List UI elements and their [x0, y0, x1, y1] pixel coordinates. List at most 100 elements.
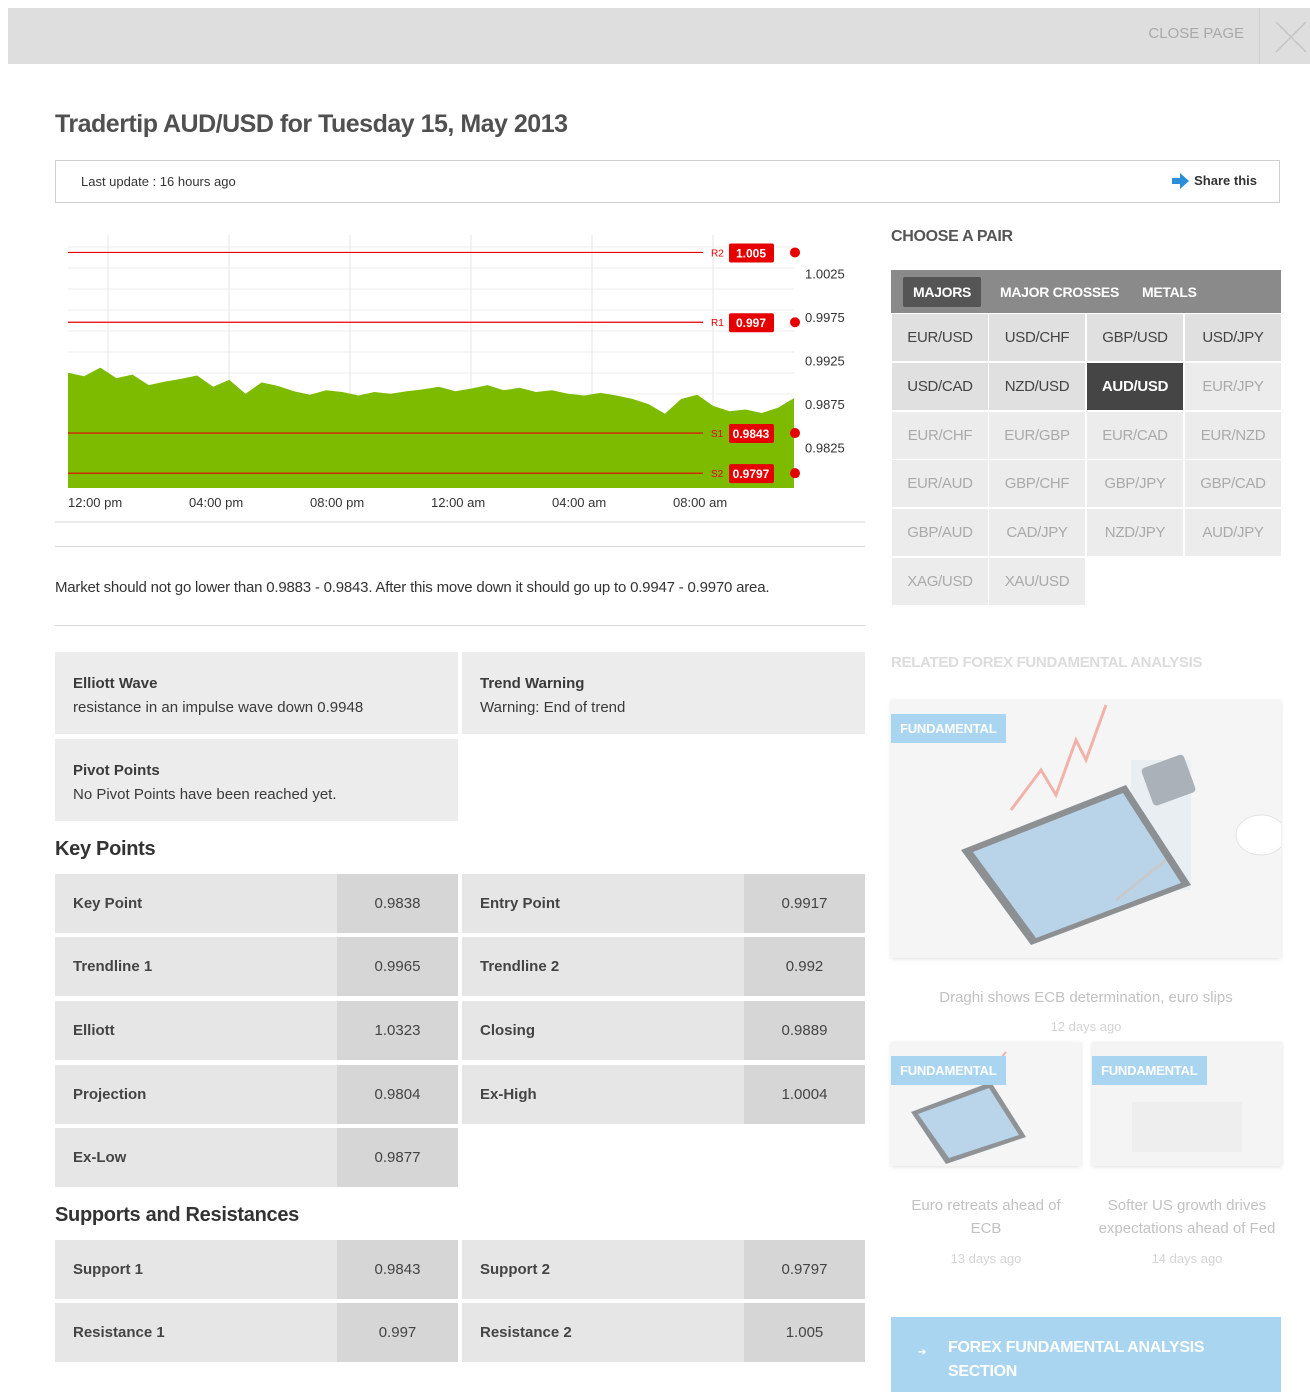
share-label: Share this [1194, 173, 1257, 188]
pair-usd-cad[interactable]: USD/CAD [892, 363, 988, 410]
related-article-time: 13 days ago [950, 1251, 1022, 1266]
related-analysis-title: RELATED FOREX FUNDAMENTAL ANALYSIS [891, 654, 1203, 671]
key-point-value: 0.9965 [337, 937, 458, 996]
price-area [68, 367, 794, 488]
y-tick-label: 0.9825 [805, 441, 845, 456]
key-point-row: Elliott 1.0323 [55, 1001, 458, 1060]
key-point-row: Entry Point 0.9917 [462, 874, 865, 933]
level-name: S2 [711, 469, 724, 480]
level-dot [790, 317, 800, 328]
tab-metals[interactable]: METALS [1132, 277, 1207, 307]
level-value: 0.997 [736, 316, 766, 330]
update-bar: Last update : 16 hours ago Share this [55, 160, 1280, 203]
pair-gbp-aud[interactable]: GBP/AUD [892, 509, 988, 556]
pair-eur-gbp[interactable]: EUR/GBP [989, 412, 1085, 459]
supports-resistances-title: Supports and Resistances [55, 1204, 299, 1226]
level-dot [790, 468, 800, 479]
level-value: 0.9797 [733, 467, 770, 481]
trend-warning-box: Trend Warning Warning: End of trend [462, 652, 865, 734]
tab-major-crosses[interactable]: MAJOR CROSSES [990, 277, 1129, 307]
fundamental-badge: FUNDAMENTAL [891, 714, 1006, 743]
share-button[interactable]: Share this [1172, 173, 1257, 189]
close-button[interactable] [1259, 8, 1310, 64]
resistance-value: 0.997 [337, 1303, 458, 1362]
last-update-text: Last update : 16 hours ago [81, 174, 236, 189]
pair-nzd-usd[interactable]: NZD/USD [989, 363, 1085, 410]
divider [55, 546, 865, 547]
key-point-label: Trendline 2 [462, 937, 744, 996]
pair-aud-jpy[interactable]: AUD/JPY [1185, 509, 1281, 556]
pivot-points-title: Pivot Points [73, 762, 160, 779]
elliott-wave-text: resistance in an impulse wave down 0.994… [73, 699, 364, 716]
fundamental-badge: FUNDAMENTAL [1092, 1056, 1207, 1085]
y-tick-label: 0.9875 [805, 397, 845, 412]
pair-eur-jpy[interactable]: EUR/JPY [1185, 363, 1281, 410]
pair-gbp-usd[interactable]: GBP/USD [1087, 314, 1183, 361]
y-tick-label: 1.0025 [805, 266, 845, 281]
level-dot [790, 247, 800, 258]
elliott-wave-title: Elliott Wave [73, 675, 158, 692]
pair-cad-jpy[interactable]: CAD/JPY [989, 509, 1085, 556]
trend-warning-text: Warning: End of trend [480, 699, 626, 716]
related-card[interactable]: FUNDAMENTAL [891, 1042, 1081, 1166]
fundamental-analysis-section-button[interactable]: ➔ FOREX FUNDAMENTAL ANALYSIS SECTION [891, 1317, 1281, 1392]
related-card-main[interactable]: FUNDAMENTAL [891, 700, 1281, 958]
close-page-link[interactable]: CLOSE PAGE [1148, 25, 1244, 42]
support-label: Support 2 [462, 1240, 744, 1299]
related-article-title[interactable]: Euro retreats ahead of ECB [896, 1194, 1076, 1240]
support-label: Support 1 [55, 1240, 337, 1299]
pair-eur-usd[interactable]: EUR/USD [892, 314, 988, 361]
resistance-row: Resistance 2 1.005 [462, 1303, 865, 1362]
key-point-label: Key Point [55, 874, 337, 933]
pair-usd-jpy[interactable]: USD/JPY [1185, 314, 1281, 361]
trend-warning-title: Trend Warning [480, 675, 585, 692]
level-value: 0.9843 [733, 427, 770, 441]
fundamental-badge: FUNDAMENTAL [891, 1056, 1006, 1085]
pair-eur-nzd[interactable]: EUR/NZD [1185, 412, 1281, 459]
pivot-points-text: No Pivot Points have been reached yet. [73, 786, 337, 803]
key-point-row: Trendline 1 0.9965 [55, 937, 458, 996]
resistance-value: 1.005 [744, 1303, 865, 1362]
key-point-label: Trendline 1 [55, 937, 337, 996]
key-point-label: Elliott [55, 1001, 337, 1060]
pair-nzd-jpy[interactable]: NZD/JPY [1087, 509, 1183, 556]
pair-eur-cad[interactable]: EUR/CAD [1087, 412, 1183, 459]
elliott-wave-box: Elliott Wave resistance in an impulse wa… [55, 652, 458, 734]
resistance-row: Resistance 1 0.997 [55, 1303, 458, 1362]
level-name: R2 [711, 248, 724, 259]
page-title: Tradertip AUD/USD for Tuesday 15, May 20… [55, 110, 568, 138]
related-article-title[interactable]: Draghi shows ECB determination, euro sli… [891, 986, 1281, 1009]
key-point-row: Ex-Low 0.9877 [55, 1128, 458, 1187]
key-point-value: 0.9804 [337, 1065, 458, 1124]
pair-xag-usd[interactable]: XAG/USD [892, 558, 988, 605]
pair-eur-aud[interactable]: EUR/AUD [892, 460, 988, 507]
key-point-value: 0.9877 [337, 1128, 458, 1187]
key-point-label: Ex-Low [55, 1128, 337, 1187]
pair-usd-chf[interactable]: USD/CHF [989, 314, 1085, 361]
x-tick-label: 12:00 pm [68, 495, 122, 510]
tab-majors[interactable]: MAJORS [903, 277, 982, 307]
pair-gbp-cad[interactable]: GBP/CAD [1185, 460, 1281, 507]
key-point-label: Ex-High [462, 1065, 744, 1124]
related-article-time: 12 days ago [1050, 1019, 1122, 1034]
x-tick-label: 04:00 am [552, 495, 606, 510]
key-point-row: Key Point 0.9838 [55, 874, 458, 933]
level-dot [790, 428, 800, 439]
share-arrow-icon [1172, 173, 1194, 189]
pair-aud-usd[interactable]: AUD/USD [1087, 363, 1183, 410]
support-row: Support 2 0.9797 [462, 1240, 865, 1299]
related-article-title[interactable]: Softer US growth drives expectations ahe… [1090, 1194, 1284, 1240]
related-article-time: 14 days ago [1151, 1251, 1223, 1266]
key-point-label: Projection [55, 1065, 337, 1124]
pair-gbp-chf[interactable]: GBP/CHF [989, 460, 1085, 507]
key-point-value: 0.9838 [337, 874, 458, 933]
pair-gbp-jpy[interactable]: GBP/JPY [1087, 460, 1183, 507]
divider [55, 625, 865, 626]
arrow-right-icon: ➔ [918, 1347, 927, 1358]
key-point-label: Entry Point [462, 874, 744, 933]
x-tick-label: 04:00 pm [189, 495, 243, 510]
related-card[interactable]: FUNDAMENTAL [1092, 1042, 1282, 1166]
pair-xau-usd[interactable]: XAU/USD [989, 558, 1085, 605]
pair-eur-chf[interactable]: EUR/CHF [892, 412, 988, 459]
key-point-value: 1.0323 [337, 1001, 458, 1060]
